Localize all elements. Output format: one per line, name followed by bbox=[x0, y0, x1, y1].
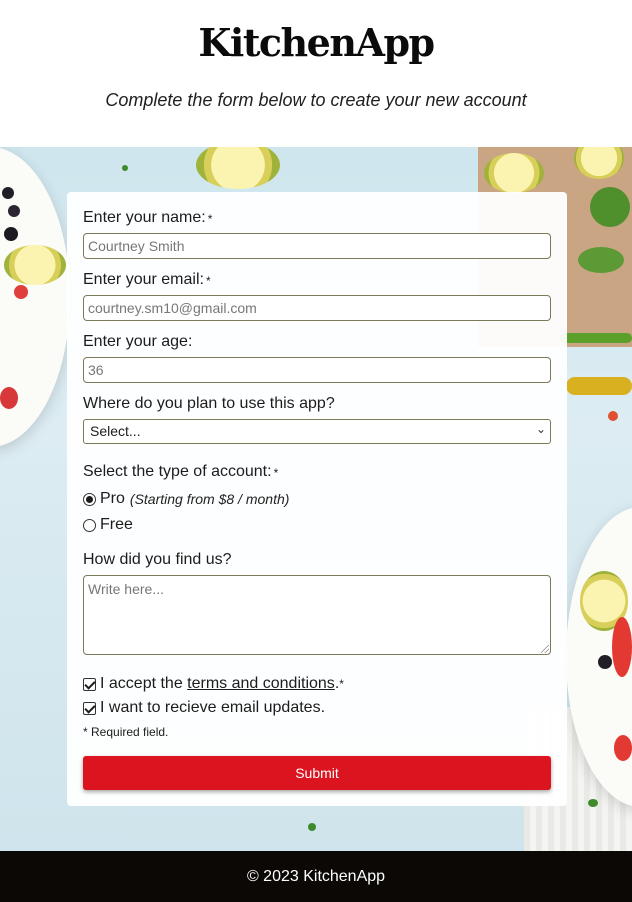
herbs bbox=[590, 187, 630, 227]
account-type-label: Select the type of account: * bbox=[83, 463, 279, 480]
name-label: Enter your name: * bbox=[83, 209, 213, 226]
lemon-slice bbox=[4, 245, 66, 285]
herbs bbox=[588, 799, 598, 807]
pro-radio[interactable] bbox=[83, 492, 96, 506]
email-input[interactable]: courtney.sm10@gmail.com bbox=[83, 295, 551, 321]
herbs bbox=[122, 165, 128, 171]
green-pepper bbox=[560, 333, 632, 343]
pro-label: Pro bbox=[100, 490, 125, 507]
required-mark: * bbox=[205, 274, 211, 288]
olive bbox=[4, 227, 18, 241]
brand-logo: KitchenApp bbox=[198, 20, 435, 65]
free-radio[interactable] bbox=[83, 518, 96, 532]
updates-label: I want to recieve email updates. bbox=[100, 699, 326, 716]
terms-prefix: I accept the bbox=[100, 675, 188, 692]
required-mark: * bbox=[273, 466, 279, 480]
referral-label: How did you find us? bbox=[83, 551, 232, 568]
olive bbox=[8, 205, 20, 217]
tomato bbox=[614, 735, 632, 761]
terms-row[interactable]: I accept the terms and conditions . * bbox=[83, 675, 344, 693]
lemon-slice bbox=[484, 153, 544, 193]
usage-select[interactable]: Select... ⌄ bbox=[83, 419, 551, 444]
referral-textarea[interactable]: Write here... bbox=[83, 575, 551, 655]
page-footer: © 2023 KitchenApp bbox=[0, 851, 632, 902]
name-input[interactable]: Courtney Smith bbox=[83, 233, 551, 259]
email-label: Enter your email: * bbox=[83, 271, 211, 288]
herbs bbox=[308, 823, 316, 831]
updates-row[interactable]: I want to recieve email updates. bbox=[83, 699, 325, 717]
resize-handle-icon[interactable] bbox=[541, 645, 549, 653]
age-label: Enter your age: bbox=[83, 333, 193, 350]
olive bbox=[2, 187, 14, 199]
required-mark: * bbox=[207, 212, 213, 226]
account-option-free[interactable]: Free bbox=[83, 516, 133, 534]
account-option-pro[interactable]: Pro (Starting from $8 / month) bbox=[83, 490, 289, 508]
submit-button[interactable]: Submit bbox=[83, 756, 551, 790]
tomato bbox=[14, 285, 28, 299]
usage-label: Where do you plan to use this app? bbox=[83, 395, 335, 412]
required-note: * Required field. bbox=[83, 725, 169, 739]
usage-select-value: Select... bbox=[90, 423, 141, 439]
free-label: Free bbox=[100, 516, 133, 533]
tomato bbox=[612, 617, 632, 677]
referral-placeholder: Write here... bbox=[88, 581, 164, 597]
terms-link[interactable]: terms and conditions bbox=[187, 675, 335, 693]
pro-price-hint: (Starting from $8 / month) bbox=[129, 491, 290, 507]
olive bbox=[598, 655, 612, 669]
copyright-text: © 2023 KitchenApp bbox=[246, 867, 386, 885]
page-header: KitchenApp Complete the form below to cr… bbox=[0, 0, 632, 147]
page-tagline: Complete the form below to create your n… bbox=[105, 90, 527, 110]
terms-checkbox[interactable] bbox=[83, 677, 96, 691]
chevron-down-icon: ⌄ bbox=[535, 422, 546, 436]
tomato bbox=[0, 387, 18, 409]
updates-checkbox[interactable] bbox=[83, 701, 96, 715]
tomato bbox=[608, 411, 618, 421]
lemon-slice bbox=[196, 147, 280, 189]
herbs bbox=[578, 247, 624, 273]
required-mark: * bbox=[339, 677, 344, 691]
age-input[interactable]: 36 bbox=[83, 357, 551, 383]
yellow-pepper bbox=[566, 377, 632, 395]
